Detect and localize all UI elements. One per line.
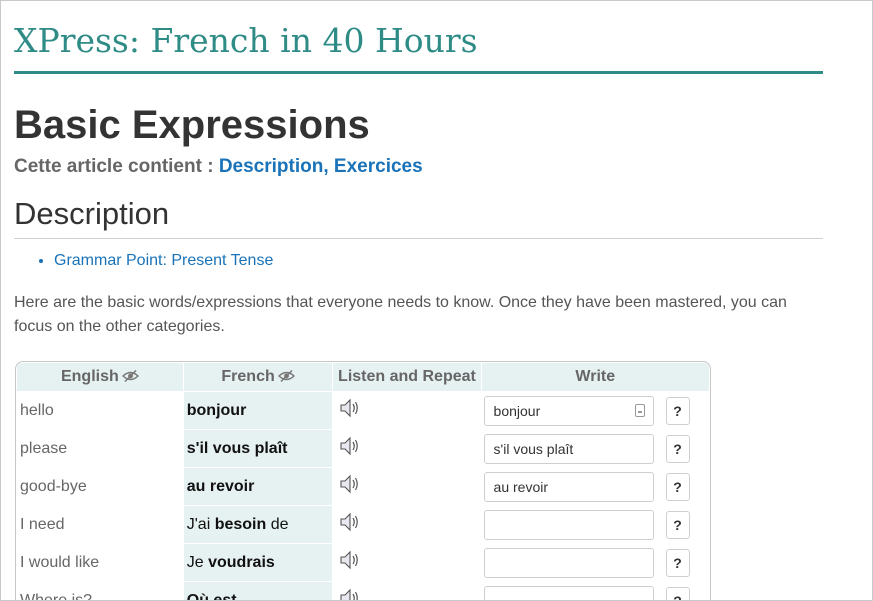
write-cell: s'il vous plaît? xyxy=(482,430,709,467)
table-row: please s'il vous plaît s'il vous plaît? xyxy=(17,430,709,467)
speaker-icon[interactable] xyxy=(339,398,361,423)
page-title: Basic Expressions xyxy=(14,103,370,147)
speaker-icon[interactable] xyxy=(339,550,361,575)
header-english-label: English xyxy=(60,367,119,385)
title-rule xyxy=(14,71,823,74)
french-cell: bonjour xyxy=(183,392,333,429)
eye-slash-icon[interactable] xyxy=(121,369,139,387)
check-button[interactable]: ? xyxy=(665,548,690,577)
site-title[interactable]: XPress: French in 40 Hours xyxy=(14,21,823,61)
audio-cell xyxy=(333,506,480,543)
header-write: Write xyxy=(481,363,709,391)
header-listen: Listen and Repeat xyxy=(333,363,481,391)
grammar-link[interactable]: Grammar Point: Present Tense xyxy=(54,252,273,269)
write-cell: ? xyxy=(482,506,709,543)
related-links: Grammar Point: Present Tense xyxy=(14,249,823,273)
french-suffix: de xyxy=(266,515,289,533)
table-row: hello bonjour bonjour? xyxy=(17,392,709,429)
answer-input[interactable]: bonjour xyxy=(483,395,654,426)
answer-value: bonjour xyxy=(493,402,541,419)
english-cell: I would like xyxy=(20,553,100,571)
keyboard-icon[interactable] xyxy=(634,403,645,417)
speaker-icon[interactable] xyxy=(339,474,361,499)
eye-slash-icon[interactable] xyxy=(277,369,295,387)
french-keyword: Où est xyxy=(186,591,237,601)
french-cell: J'ai besoin de xyxy=(183,506,333,543)
audio-cell xyxy=(333,430,480,467)
section-title: Description xyxy=(14,194,823,239)
audio-cell xyxy=(333,582,480,600)
write-cell: ? xyxy=(482,544,709,581)
audio-cell xyxy=(333,544,480,581)
check-button[interactable]: ? xyxy=(665,472,690,501)
english-cell: please xyxy=(20,439,68,457)
check-button[interactable]: ? xyxy=(665,434,690,463)
answer-input[interactable] xyxy=(483,509,654,540)
write-cell: bonjour? xyxy=(482,392,709,429)
french-keyword: besoin xyxy=(214,515,267,533)
toc-link-description[interactable]: Description xyxy=(219,156,324,177)
main-content: XPress: French in 40 Hours Basic Express… xyxy=(14,1,823,339)
header-english[interactable]: English xyxy=(17,363,183,391)
french-keyword: voudrais xyxy=(208,553,275,571)
vocab-table: English French Listen and Repeat Write h… xyxy=(15,361,711,601)
toc-link-exercices[interactable]: Exercices xyxy=(334,156,423,177)
check-button[interactable]: ? xyxy=(665,396,690,425)
answer-input[interactable]: s'il vous plaît xyxy=(483,433,654,464)
french-keyword: au revoir xyxy=(186,477,255,495)
french-cell: s'il vous plaît xyxy=(183,430,333,467)
english-cell: I need xyxy=(20,515,65,533)
french-cell: Je voudrais xyxy=(183,544,333,581)
write-cell: ? xyxy=(482,582,709,600)
write-cell: au revoir? xyxy=(482,468,709,505)
table-row: I need J'ai besoin de? xyxy=(17,506,709,543)
table-row: good-bye au revoir au revoir? xyxy=(17,468,709,505)
french-keyword: bonjour xyxy=(186,401,247,419)
speaker-icon[interactable] xyxy=(339,436,361,461)
french-prefix: Je xyxy=(186,553,209,571)
english-cell: good-bye xyxy=(20,477,87,495)
french-prefix: J'ai xyxy=(186,515,215,533)
check-button[interactable]: ? xyxy=(665,510,690,539)
table-of-contents: Cette article contient : Description, Ex… xyxy=(14,154,823,180)
french-cell: au revoir xyxy=(183,468,333,505)
vocab-table-body: hello bonjour bonjour? please s'il vous plaî… xyxy=(17,392,709,601)
answer-value: s'il vous plaît xyxy=(493,440,574,457)
toc-separator: , xyxy=(323,156,329,177)
speaker-icon[interactable] xyxy=(339,588,361,600)
intro-text: Here are the basic words/expressions tha… xyxy=(14,294,787,335)
table-row: I would like Je voudrais? xyxy=(17,544,709,581)
audio-cell xyxy=(333,392,480,429)
french-keyword: s'il vous plaît xyxy=(186,439,288,457)
check-button[interactable]: ? xyxy=(665,586,690,600)
answer-value: au revoir xyxy=(493,478,549,495)
page-frame: XPress: French in 40 Hours Basic Express… xyxy=(0,0,873,601)
french-cell: Où est xyxy=(183,582,333,601)
audio-cell xyxy=(333,468,480,505)
answer-input[interactable] xyxy=(483,585,654,600)
header-french-label: French xyxy=(221,367,275,385)
table-row: Where is? Où est? xyxy=(17,582,709,601)
answer-input[interactable] xyxy=(483,547,654,578)
table-header-row: English French Listen and Repeat Write xyxy=(17,363,709,391)
header-french[interactable]: French xyxy=(183,363,333,391)
speaker-icon[interactable] xyxy=(339,512,361,537)
english-cell: Where is? xyxy=(20,591,93,601)
answer-input[interactable]: au revoir xyxy=(483,471,654,502)
english-cell: hello xyxy=(20,401,54,419)
list-item: Grammar Point: Present Tense xyxy=(54,249,823,273)
toc-label: Cette article contient : xyxy=(14,156,214,177)
